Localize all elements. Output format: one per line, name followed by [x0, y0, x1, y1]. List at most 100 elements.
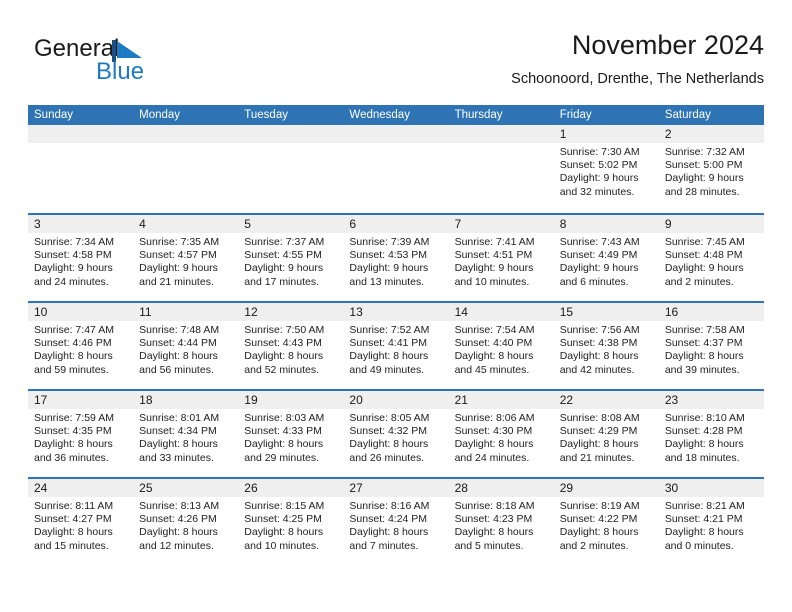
sunset-text: Sunset: 4:23 PM — [454, 513, 533, 526]
daylight-text-line2: and 18 minutes. — [664, 451, 740, 464]
sunset-text: Sunset: 4:58 PM — [34, 249, 112, 262]
day-info: Sunrise: 8:03 AM Sunset: 4:33 PM Dayligh… — [238, 409, 343, 465]
day-cell[interactable]: 7 Sunrise: 7:41 AM Sunset: 4:51 PM Dayli… — [448, 215, 554, 301]
day-number-band: 6 — [343, 215, 449, 233]
day-cell[interactable]: 25 Sunrise: 8:13 AM Sunset: 4:26 PM Dayl… — [133, 479, 239, 565]
day-number-band: 13 — [343, 303, 449, 321]
sunset-text: Sunset: 4:41 PM — [349, 337, 428, 350]
daylight-text-line1: Daylight: 8 hours — [244, 438, 324, 451]
day-info: Sunrise: 8:06 AM Sunset: 4:30 PM Dayligh… — [449, 409, 554, 465]
daylight-text-line2: and 5 minutes. — [454, 539, 524, 552]
day-cell[interactable]: 18 Sunrise: 8:01 AM Sunset: 4:34 PM Dayl… — [133, 391, 239, 477]
day-cell[interactable]: 26 Sunrise: 8:15 AM Sunset: 4:25 PM Dayl… — [238, 479, 344, 565]
day-cell[interactable]: 1 Sunrise: 7:30 AM Sunset: 5:02 PM Dayli… — [553, 125, 659, 213]
sunrise-text: Sunrise: 7:43 AM — [559, 236, 640, 248]
sunrise-text: Sunrise: 7:35 AM — [139, 236, 220, 248]
sunset-text: Sunset: 4:49 PM — [559, 249, 638, 262]
day-cell[interactable]: 19 Sunrise: 8:03 AM Sunset: 4:33 PM Dayl… — [238, 391, 344, 477]
daylight-text-line1: Daylight: 9 hours — [244, 262, 324, 275]
day-number-band: 2 — [658, 125, 764, 143]
day-number: 1 — [559, 127, 567, 141]
calendar-grid: Sunday Monday Tuesday Wednesday Thursday… — [28, 105, 764, 565]
day-number: 28 — [454, 481, 468, 495]
daylight-text-line2: and 24 minutes. — [34, 275, 109, 288]
day-number-band: 10 — [28, 303, 134, 321]
day-cell[interactable]: 27 Sunrise: 8:16 AM Sunset: 4:24 PM Dayl… — [343, 479, 449, 565]
day-number: 16 — [664, 305, 679, 319]
day-number: 17 — [34, 393, 48, 407]
day-info: Sunrise: 7:34 AM Sunset: 4:58 PM Dayligh… — [28, 233, 133, 289]
day-cell[interactable]: 13 Sunrise: 7:52 AM Sunset: 4:41 PM Dayl… — [343, 303, 449, 389]
day-number: 9 — [664, 217, 672, 231]
day-cell[interactable]: 11 Sunrise: 7:48 AM Sunset: 4:44 PM Dayl… — [133, 303, 239, 389]
sunset-text: Sunset: 4:43 PM — [244, 337, 322, 350]
day-info: Sunrise: 7:47 AM Sunset: 4:46 PM Dayligh… — [28, 321, 133, 377]
daylight-text-line2: and 45 minutes. — [454, 363, 530, 376]
day-cell[interactable]: 16 Sunrise: 7:58 AM Sunset: 4:37 PM Dayl… — [658, 303, 764, 389]
day-number: 21 — [454, 393, 468, 407]
day-number-band: 9 — [658, 215, 764, 233]
day-info: Sunrise: 8:18 AM Sunset: 4:23 PM Dayligh… — [449, 497, 554, 553]
day-cell[interactable]: 23 Sunrise: 8:10 AM Sunset: 4:28 PM Dayl… — [658, 391, 764, 477]
daylight-text-line1: Daylight: 8 hours — [349, 526, 429, 539]
day-number: 23 — [664, 393, 679, 407]
day-info: Sunrise: 8:10 AM Sunset: 4:28 PM Dayligh… — [659, 409, 764, 465]
day-cell[interactable]: 9 Sunrise: 7:45 AM Sunset: 4:48 PM Dayli… — [658, 215, 764, 301]
day-cell[interactable]: 8 Sunrise: 7:43 AM Sunset: 4:49 PM Dayli… — [553, 215, 659, 301]
sunrise-text: Sunrise: 7:37 AM — [244, 236, 325, 248]
daylight-text-line1: Daylight: 9 hours — [349, 262, 429, 275]
day-cell[interactable]: 28 Sunrise: 8:18 AM Sunset: 4:23 PM Dayl… — [448, 479, 554, 565]
daylight-text-line2: and 49 minutes. — [349, 363, 425, 376]
day-cell[interactable]: 14 Sunrise: 7:54 AM Sunset: 4:40 PM Dayl… — [448, 303, 554, 389]
day-cell-empty — [343, 125, 449, 213]
day-cell-empty — [28, 125, 134, 213]
day-number: 12 — [244, 305, 258, 319]
day-number-band: 15 — [553, 303, 659, 321]
sunset-text: Sunset: 4:33 PM — [244, 425, 322, 438]
sunrise-text: Sunrise: 8:13 AM — [139, 500, 220, 512]
calendar-page: General Blue November 2024 Schoonoord, D… — [0, 0, 792, 612]
daylight-text-line1: Daylight: 9 hours — [139, 262, 218, 275]
day-number: 6 — [349, 217, 357, 231]
sunrise-text: Sunrise: 7:58 AM — [664, 324, 745, 336]
daylight-text-line2: and 21 minutes. — [559, 451, 635, 464]
day-number: 4 — [139, 217, 146, 231]
day-cell[interactable]: 4 Sunrise: 7:35 AM Sunset: 4:57 PM Dayli… — [133, 215, 239, 301]
sunset-text: Sunset: 4:48 PM — [664, 249, 743, 262]
day-info: Sunrise: 8:13 AM Sunset: 4:26 PM Dayligh… — [133, 497, 238, 553]
day-number: 15 — [559, 305, 574, 319]
daylight-text-line1: Daylight: 9 hours — [664, 262, 744, 275]
day-cell[interactable]: 24 Sunrise: 8:11 AM Sunset: 4:27 PM Dayl… — [28, 479, 134, 565]
daylight-text-line2: and 59 minutes. — [34, 363, 109, 376]
daylight-text-line2: and 26 minutes. — [349, 451, 425, 464]
brand-logo[interactable]: General Blue — [34, 36, 224, 92]
day-cell[interactable]: 6 Sunrise: 7:39 AM Sunset: 4:53 PM Dayli… — [343, 215, 449, 301]
day-cell[interactable]: 10 Sunrise: 7:47 AM Sunset: 4:46 PM Dayl… — [28, 303, 134, 389]
day-number-band: 20 — [343, 391, 449, 409]
sunset-text: Sunset: 4:53 PM — [349, 249, 428, 262]
daylight-text-line2: and 17 minutes. — [244, 275, 319, 288]
week-row: 3 Sunrise: 7:34 AM Sunset: 4:58 PM Dayli… — [28, 213, 764, 301]
day-cell[interactable]: 3 Sunrise: 7:34 AM Sunset: 4:58 PM Dayli… — [28, 215, 134, 301]
day-info: Sunrise: 7:30 AM Sunset: 5:02 PM Dayligh… — [554, 143, 659, 199]
sunrise-text: Sunrise: 7:59 AM — [34, 412, 114, 424]
daylight-text-line2: and 10 minutes. — [454, 275, 530, 288]
day-cell[interactable]: 17 Sunrise: 7:59 AM Sunset: 4:35 PM Dayl… — [28, 391, 134, 477]
day-cell[interactable]: 2 Sunrise: 7:32 AM Sunset: 5:00 PM Dayli… — [658, 125, 764, 213]
day-cell[interactable]: 12 Sunrise: 7:50 AM Sunset: 4:43 PM Dayl… — [238, 303, 344, 389]
daylight-text-line1: Daylight: 8 hours — [349, 350, 429, 363]
day-cell[interactable]: 5 Sunrise: 7:37 AM Sunset: 4:55 PM Dayli… — [238, 215, 344, 301]
day-cell[interactable]: 30 Sunrise: 8:21 AM Sunset: 4:21 PM Dayl… — [658, 479, 764, 565]
day-cell[interactable]: 29 Sunrise: 8:19 AM Sunset: 4:22 PM Dayl… — [553, 479, 659, 565]
title-block: November 2024 Schoonoord, Drenthe, The N… — [511, 28, 764, 88]
sunrise-text: Sunrise: 8:06 AM — [454, 412, 535, 424]
day-cell[interactable]: 21 Sunrise: 8:06 AM Sunset: 4:30 PM Dayl… — [448, 391, 554, 477]
page-subtitle: Schoonoord, Drenthe, The Netherlands — [511, 71, 764, 87]
daylight-text-line2: and 33 minutes. — [139, 451, 214, 464]
day-number-band: 11 — [133, 303, 239, 321]
day-cell[interactable]: 20 Sunrise: 8:05 AM Sunset: 4:32 PM Dayl… — [343, 391, 449, 477]
day-cell[interactable]: 15 Sunrise: 7:56 AM Sunset: 4:38 PM Dayl… — [553, 303, 659, 389]
sunrise-text: Sunrise: 7:32 AM — [664, 146, 745, 158]
day-number-band — [28, 125, 134, 143]
day-cell[interactable]: 22 Sunrise: 8:08 AM Sunset: 4:29 PM Dayl… — [553, 391, 659, 477]
